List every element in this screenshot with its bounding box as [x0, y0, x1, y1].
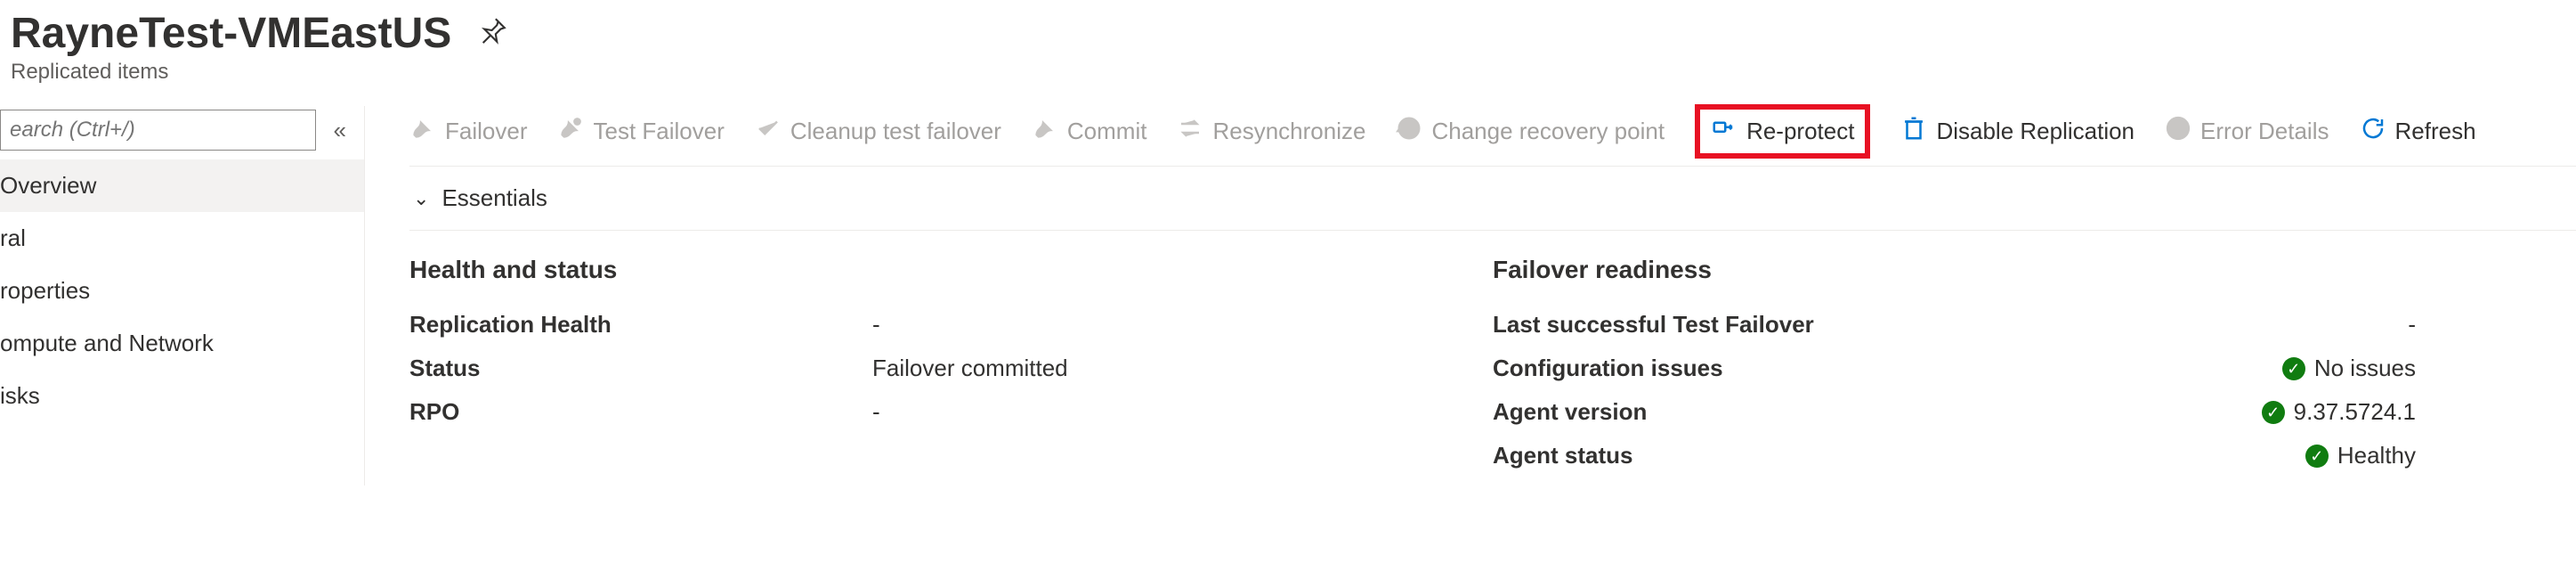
reprotect-icon — [1711, 115, 1738, 148]
toolbar-label: Failover — [445, 118, 527, 145]
readiness-value: ✓ No issues — [2282, 355, 2416, 382]
readiness-key: Configuration issues — [1493, 355, 2282, 382]
health-key: RPO — [409, 398, 872, 426]
commit-icon — [1032, 115, 1058, 148]
health-row: Replication Health- — [409, 311, 1439, 339]
readiness-value-text: 9.37.5724.1 — [2294, 398, 2416, 426]
readiness-row: Agent version✓ 9.37.5724.1 — [1493, 398, 2523, 426]
page-title: RayneTest-VMEastUS — [11, 9, 451, 58]
cleanup-icon — [755, 115, 782, 148]
toolbar-failover-button[interactable]: Failover — [409, 115, 527, 148]
readiness-row: Configuration issues✓ No issues — [1493, 355, 2523, 382]
health-key: Status — [409, 355, 872, 382]
refresh-icon — [2360, 115, 2386, 148]
resync-icon — [1177, 115, 1203, 148]
toolbar-label: Cleanup test failover — [790, 118, 1001, 145]
readiness-value-text: Healthy — [2337, 442, 2416, 469]
sidebar-collapse-icon[interactable]: « — [334, 117, 357, 144]
readiness-section: Failover readiness Last successful Test … — [1493, 256, 2576, 485]
toolbar-label: Change recovery point — [1431, 118, 1665, 145]
health-row: StatusFailover committed — [409, 355, 1439, 382]
sidebar-item-4[interactable]: isks — [0, 370, 364, 422]
page-header: RayneTest-VMEastUS Replicated items — [0, 0, 2576, 88]
readiness-key: Agent version — [1493, 398, 2262, 426]
readiness-value-text: - — [2408, 311, 2416, 339]
readiness-key: Agent status — [1493, 442, 2305, 469]
sidebar-item-3[interactable]: ompute and Network — [0, 317, 364, 370]
sidebar-item-1[interactable]: ral — [0, 212, 364, 265]
readiness-key: Last successful Test Failover — [1493, 311, 2408, 339]
content-area: Failover Test Failover Cleanup test failov… — [365, 106, 2576, 485]
sidebar-item-0[interactable]: Overview — [0, 159, 364, 212]
toolbar-label: Resynchronize — [1212, 118, 1365, 145]
search-input[interactable] — [0, 110, 316, 151]
health-row: RPO- — [409, 398, 1439, 426]
essentials-label: Essentials — [441, 184, 547, 212]
sidebar-item-2[interactable]: roperties — [0, 265, 364, 317]
toolbar-label: Error Details — [2200, 118, 2329, 145]
toolbar-recovery-point-button[interactable]: Change recovery point — [1396, 115, 1665, 148]
readiness-value: ✓ 9.37.5724.1 — [2262, 398, 2416, 426]
disable-replication-icon — [1900, 115, 1927, 148]
toolbar-reprotect-button[interactable]: Re-protect — [1695, 104, 1870, 159]
test-failover-icon — [557, 115, 584, 148]
toolbar-test-failover-button[interactable]: Test Failover — [557, 115, 724, 148]
toolbar-label: Re-protect — [1746, 118, 1854, 145]
failover-icon — [409, 115, 436, 148]
toolbar-cleanup-button[interactable]: Cleanup test failover — [755, 115, 1001, 148]
breadcrumb: Replicated items — [11, 60, 2576, 85]
toolbar-refresh-button[interactable]: Refresh — [2360, 115, 2476, 148]
health-section: Health and status Replication Health-Sta… — [409, 256, 1493, 485]
recovery-point-icon — [1396, 115, 1422, 148]
success-icon: ✓ — [2262, 401, 2285, 424]
readiness-value: - — [2408, 311, 2416, 339]
toolbar-label: Disable Replication — [1936, 118, 2135, 145]
toolbar-error-details-button[interactable]: Error Details — [2165, 115, 2329, 148]
toolbar-label: Test Failover — [593, 118, 724, 145]
command-bar: Failover Test Failover Cleanup test failov… — [409, 106, 2576, 167]
readiness-value: ✓ Healthy — [2305, 442, 2416, 469]
success-icon: ✓ — [2305, 445, 2329, 468]
pin-icon[interactable] — [478, 15, 508, 52]
health-value: Failover committed — [872, 355, 1068, 382]
health-value: - — [872, 398, 880, 426]
readiness-row: Last successful Test Failover- — [1493, 311, 2523, 339]
health-title: Health and status — [409, 256, 1439, 284]
toolbar-commit-button[interactable]: Commit — [1032, 115, 1147, 148]
toolbar-disable-replication-button[interactable]: Disable Replication — [1900, 115, 2135, 148]
readiness-value-text: No issues — [2314, 355, 2416, 382]
toolbar-label: Refresh — [2395, 118, 2476, 145]
success-icon: ✓ — [2282, 357, 2305, 380]
health-value: - — [872, 311, 880, 339]
toolbar-label: Commit — [1067, 118, 1147, 145]
health-key: Replication Health — [409, 311, 872, 339]
chevron-down-icon: ⌄ — [413, 187, 429, 210]
error-details-icon — [2165, 115, 2191, 148]
essentials-toggle[interactable]: ⌄ Essentials — [409, 167, 2576, 231]
toolbar-resync-button[interactable]: Resynchronize — [1177, 115, 1365, 148]
readiness-title: Failover readiness — [1493, 256, 2523, 284]
sidebar: « Overviewralropertiesompute and Network… — [0, 106, 365, 485]
readiness-row: Agent status✓ Healthy — [1493, 442, 2523, 469]
